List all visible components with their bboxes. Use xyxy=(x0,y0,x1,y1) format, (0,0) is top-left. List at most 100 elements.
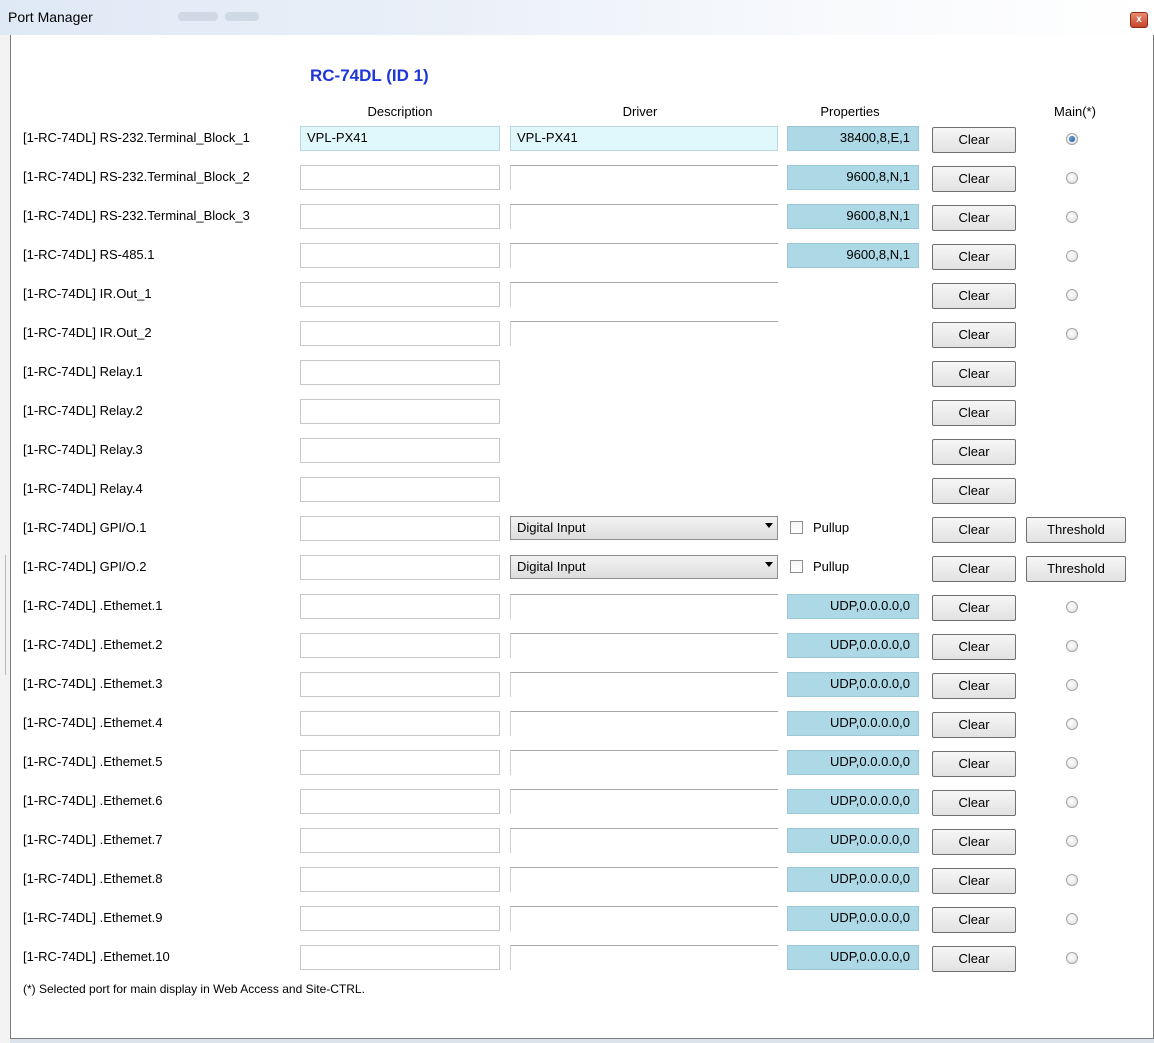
description-input[interactable] xyxy=(300,672,500,697)
clear-button[interactable]: Clear xyxy=(932,439,1016,465)
driver-input[interactable] xyxy=(510,711,778,736)
properties-field[interactable]: UDP,0.0.0.0,0 xyxy=(787,828,919,853)
main-port-radio[interactable] xyxy=(1066,835,1078,847)
properties-field[interactable]: UDP,0.0.0.0,0 xyxy=(787,750,919,775)
description-input[interactable] xyxy=(300,399,500,424)
clear-button[interactable]: Clear xyxy=(932,205,1016,231)
clear-button[interactable]: Clear xyxy=(932,283,1016,309)
description-input[interactable] xyxy=(300,165,500,190)
clear-button[interactable]: Clear xyxy=(932,556,1016,582)
driver-input[interactable] xyxy=(510,906,778,931)
main-port-radio[interactable] xyxy=(1066,757,1078,769)
driver-select[interactable]: Digital Input xyxy=(510,516,778,540)
description-input[interactable] xyxy=(300,750,500,775)
driver-input[interactable] xyxy=(510,828,778,853)
pullup-checkbox[interactable] xyxy=(790,560,803,573)
clear-button[interactable]: Clear xyxy=(932,400,1016,426)
main-port-radio[interactable] xyxy=(1066,601,1078,613)
clear-button[interactable]: Clear xyxy=(932,478,1016,504)
properties-field[interactable]: 38400,8,E,1 xyxy=(787,126,919,151)
main-port-radio[interactable] xyxy=(1066,250,1078,262)
clear-button[interactable]: Clear xyxy=(932,361,1016,387)
description-input[interactable] xyxy=(300,243,500,268)
main-port-radio[interactable] xyxy=(1066,328,1078,340)
description-input[interactable] xyxy=(300,594,500,619)
driver-input[interactable] xyxy=(510,594,778,619)
main-port-radio[interactable] xyxy=(1066,289,1078,301)
description-input[interactable] xyxy=(300,867,500,892)
main-port-radio[interactable] xyxy=(1066,172,1078,184)
driver-input[interactable]: VPL-PX41 xyxy=(510,126,778,151)
driver-select[interactable]: Digital Input xyxy=(510,555,778,579)
properties-field[interactable]: UDP,0.0.0.0,0 xyxy=(787,711,919,736)
driver-input[interactable] xyxy=(510,243,778,268)
clear-button[interactable]: Clear xyxy=(932,790,1016,816)
clear-button[interactable]: Clear xyxy=(932,829,1016,855)
clear-button[interactable]: Clear xyxy=(932,907,1016,933)
driver-input[interactable] xyxy=(510,321,778,346)
properties-field[interactable]: UDP,0.0.0.0,0 xyxy=(787,945,919,970)
clear-button[interactable]: Clear xyxy=(932,751,1016,777)
blurred-tab xyxy=(225,12,259,21)
description-input[interactable] xyxy=(300,555,500,580)
title-bar[interactable]: Port Manager x xyxy=(0,0,1154,36)
properties-field[interactable]: 9600,8,N,1 xyxy=(787,165,919,190)
threshold-button[interactable]: Threshold xyxy=(1026,556,1126,582)
description-input[interactable] xyxy=(300,828,500,853)
description-input[interactable] xyxy=(300,906,500,931)
driver-select-value: Digital Input xyxy=(517,520,586,535)
clear-button[interactable]: Clear xyxy=(932,517,1016,543)
properties-field[interactable]: UDP,0.0.0.0,0 xyxy=(787,867,919,892)
clear-button[interactable]: Clear xyxy=(932,166,1016,192)
main-port-radio[interactable] xyxy=(1066,679,1078,691)
clear-button[interactable]: Clear xyxy=(932,634,1016,660)
properties-field[interactable]: UDP,0.0.0.0,0 xyxy=(787,594,919,619)
properties-field[interactable]: 9600,8,N,1 xyxy=(787,243,919,268)
driver-input[interactable] xyxy=(510,282,778,307)
main-port-radio[interactable] xyxy=(1066,952,1078,964)
description-input[interactable] xyxy=(300,321,500,346)
description-input[interactable] xyxy=(300,204,500,229)
driver-input[interactable] xyxy=(510,789,778,814)
description-input[interactable] xyxy=(300,516,500,541)
description-input[interactable] xyxy=(300,477,500,502)
clear-button[interactable]: Clear xyxy=(932,127,1016,153)
clear-button[interactable]: Clear xyxy=(932,712,1016,738)
clear-button[interactable]: Clear xyxy=(932,322,1016,348)
main-port-radio[interactable] xyxy=(1066,913,1078,925)
driver-input[interactable] xyxy=(510,672,778,697)
clear-button[interactable]: Clear xyxy=(932,868,1016,894)
properties-field[interactable]: UDP,0.0.0.0,0 xyxy=(787,633,919,658)
properties-field[interactable]: UDP,0.0.0.0,0 xyxy=(787,672,919,697)
main-port-radio[interactable] xyxy=(1066,796,1078,808)
description-input[interactable] xyxy=(300,282,500,307)
threshold-button[interactable]: Threshold xyxy=(1026,517,1126,543)
clear-button[interactable]: Clear xyxy=(932,946,1016,972)
driver-input[interactable] xyxy=(510,750,778,775)
main-port-radio[interactable] xyxy=(1066,640,1078,652)
clear-button[interactable]: Clear xyxy=(932,673,1016,699)
description-input[interactable] xyxy=(300,438,500,463)
properties-field[interactable]: UDP,0.0.0.0,0 xyxy=(787,789,919,814)
close-icon[interactable]: x xyxy=(1130,12,1148,28)
description-input[interactable]: VPL-PX41 xyxy=(300,126,500,151)
clear-button[interactable]: Clear xyxy=(932,244,1016,270)
main-port-radio[interactable] xyxy=(1066,718,1078,730)
description-input[interactable] xyxy=(300,789,500,814)
description-input[interactable] xyxy=(300,633,500,658)
properties-field[interactable]: UDP,0.0.0.0,0 xyxy=(787,906,919,931)
driver-input[interactable] xyxy=(510,867,778,892)
clear-button[interactable]: Clear xyxy=(932,595,1016,621)
description-input[interactable] xyxy=(300,945,500,970)
main-port-radio[interactable] xyxy=(1066,133,1078,145)
description-input[interactable] xyxy=(300,360,500,385)
driver-input[interactable] xyxy=(510,945,778,970)
driver-input[interactable] xyxy=(510,633,778,658)
main-port-radio[interactable] xyxy=(1066,874,1078,886)
pullup-checkbox[interactable] xyxy=(790,521,803,534)
main-port-radio[interactable] xyxy=(1066,211,1078,223)
properties-field[interactable]: 9600,8,N,1 xyxy=(787,204,919,229)
driver-input[interactable] xyxy=(510,204,778,229)
driver-input[interactable] xyxy=(510,165,778,190)
description-input[interactable] xyxy=(300,711,500,736)
